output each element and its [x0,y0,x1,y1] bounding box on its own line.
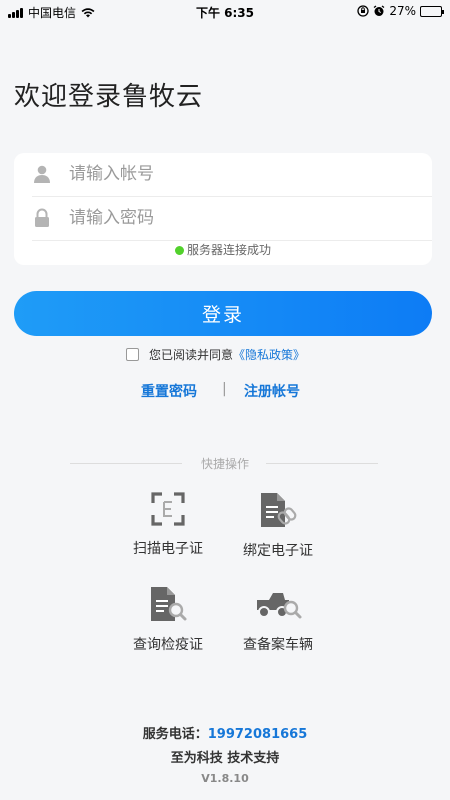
quick-action-label: 查备案车辆 [243,637,313,653]
server-status-text: 服务器连接成功 [186,243,271,257]
privacy-agreement: 您已阅读并同意 《隐私政策》 [126,346,305,363]
agree-checkbox[interactable] [126,348,139,361]
login-card: 服务器连接成功 [14,153,432,265]
page-title: 欢迎登录鲁牧云 [14,82,204,112]
orientation-lock-icon [357,5,369,17]
lock-icon [35,208,49,227]
quick-action-label: 绑定电子证 [243,543,313,559]
server-status: 服务器连接成功 [14,241,432,258]
login-button[interactable]: 登录 [14,291,432,336]
scan-icon [151,492,185,526]
password-field [14,197,432,240]
quick-divider-right [266,463,378,464]
quick-action-query-vehicle[interactable]: 查备案车辆 [223,588,333,654]
status-dot-icon [174,246,184,255]
tech-support-text: 至为科技 技术支持 [170,751,280,766]
privacy-policy-link[interactable]: 《隐私政策》 [233,346,305,363]
user-icon [34,165,50,183]
link-separator: | [222,381,227,397]
quick-action-label: 查询检疫证 [133,637,203,653]
phone-label: 服务电话： [142,727,208,742]
reset-password-link[interactable]: 重置密码 [141,381,197,401]
status-right: 27% [357,4,444,18]
quick-actions-title: 快捷操作 [200,457,249,471]
status-bar: 中国电信 下午 6:35 27% [0,0,450,22]
bind-document-icon [261,493,297,527]
account-field [14,153,432,196]
quick-action-bind[interactable]: 绑定电子证 [223,492,333,560]
battery-percent: 27% [389,4,416,18]
phone-number-link[interactable]: 19972081665 [208,727,308,742]
password-input[interactable] [69,203,409,233]
quick-action-query-certificate[interactable]: 查询检疫证 [113,586,223,654]
search-document-icon [151,587,187,621]
quick-action-scan[interactable]: 扫描电子证 [113,492,223,558]
alarm-icon [373,5,385,16]
vehicle-search-icon [257,593,302,619]
battery-icon [420,5,444,17]
quick-action-label: 扫描电子证 [133,541,203,557]
app-version: V1.8.10 [201,772,249,785]
agree-text: 您已阅读并同意 [149,348,234,362]
register-link[interactable]: 注册帐号 [244,381,300,401]
service-phone: 服务电话：19972081665 [0,723,450,742]
account-input[interactable] [69,159,409,189]
